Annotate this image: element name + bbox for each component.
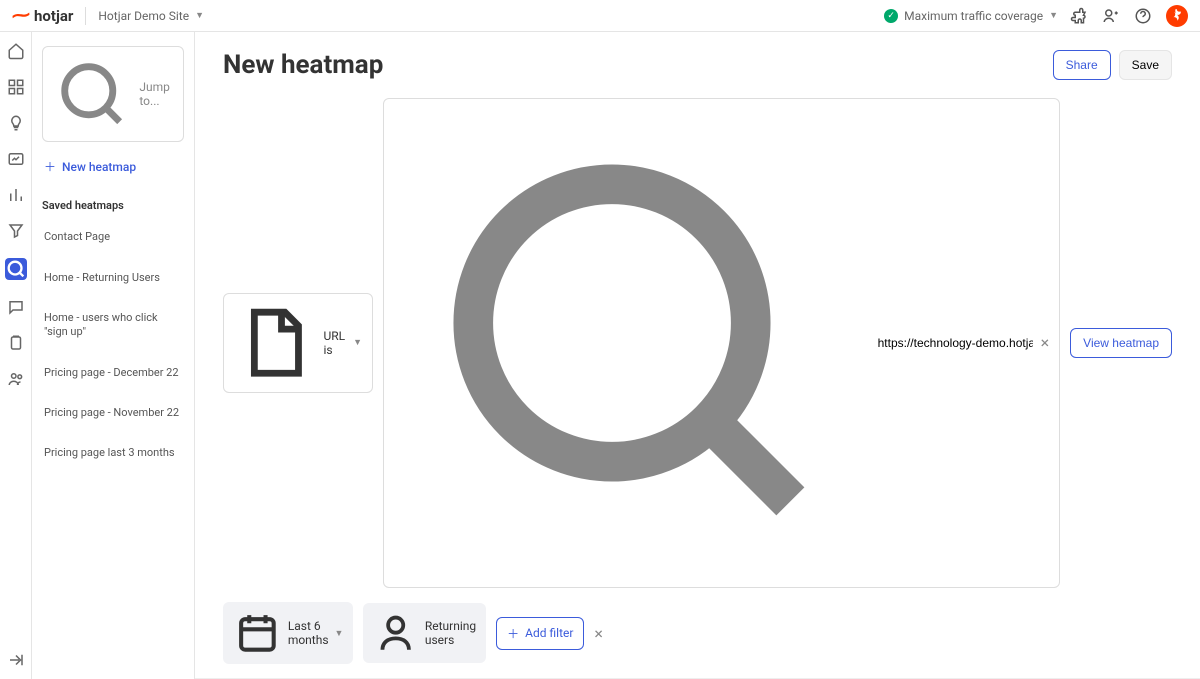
share-button[interactable]: Share [1053,50,1111,80]
filter-row-1: URL is ▼ × View heatmap [195,90,1200,602]
sidebar-item[interactable]: Pricing page - December 22 [42,358,184,388]
header: New heatmap Share Save [195,32,1200,90]
sidebar-item[interactable]: Pricing page - November 22 [42,398,184,428]
clear-filters-icon[interactable]: × [594,624,603,643]
home-icon[interactable] [7,42,25,60]
coverage-selector[interactable]: ✓ Maximum traffic coverage ▼ [884,9,1058,23]
url-input[interactable] [878,336,1033,350]
user-icon [373,610,418,655]
top-icons [1070,5,1188,27]
chat-icon[interactable] [7,298,25,316]
sidebar-item[interactable]: Pricing page last 3 months [42,438,184,468]
logo[interactable]: ⁓ hotjar [12,5,73,26]
chevron-down-icon: ▼ [335,628,344,639]
funnel-icon[interactable] [7,222,25,240]
jump-input[interactable]: Jump to... [42,46,184,142]
sidebar: Jump to... ＋ New heatmap Saved heatmaps … [32,32,195,679]
date-filter[interactable]: Last 6 months ▼ [223,602,353,665]
chevron-down-icon: ▼ [195,10,204,21]
chevron-down-icon: ▼ [353,337,362,348]
sidebar-item[interactable]: Home - Returning Users [42,263,184,293]
collapse-icon[interactable] [7,651,25,669]
help-icon[interactable] [1134,7,1152,25]
heatmap-icon[interactable] [5,258,27,280]
calendar-icon [233,609,282,658]
top-bar: ⁓ hotjar Hotjar Demo Site ▼ ✓ Maximum tr… [0,0,1200,32]
users-icon[interactable] [7,370,25,388]
url-input-wrap: × [383,98,1060,588]
bulb-icon[interactable] [7,114,25,132]
plus-icon: ＋ [507,625,519,642]
divider [85,7,86,25]
flame-icon: ⁓ [11,4,31,26]
page-title: New heatmap [223,50,383,80]
url-mode-select[interactable]: URL is ▼ [223,293,373,392]
avatar[interactable] [1166,5,1188,27]
brand-text: hotjar [34,7,73,25]
grid-icon[interactable] [7,78,25,96]
check-icon: ✓ [884,9,898,23]
search-icon [51,53,133,135]
bars-icon[interactable] [7,186,25,204]
clear-icon[interactable]: × [1041,333,1050,352]
user-add-icon[interactable] [1102,7,1120,25]
page-icon [234,302,315,383]
add-filter-button[interactable]: ＋ Add filter [496,617,584,650]
icon-rail [0,32,32,679]
clipboard-icon[interactable] [7,334,25,352]
saved-heatmaps-heading: Saved heatmaps [42,199,184,212]
save-button[interactable]: Save [1119,50,1172,80]
plus-icon: ＋ [44,158,56,175]
new-heatmap-button[interactable]: ＋ New heatmap [42,152,184,181]
main: New heatmap Share Save URL is ▼ × View h… [195,32,1200,679]
view-heatmap-button[interactable]: View heatmap [1070,328,1172,358]
site-selector[interactable]: Hotjar Demo Site ▼ [98,9,204,23]
chevron-down-icon: ▼ [1049,10,1058,21]
filter-row-2: Last 6 months ▼ Returning users ＋ Add fi… [195,602,1200,679]
user-filter[interactable]: Returning users [363,603,486,662]
sidebar-item[interactable]: Home - users who click "sign up" [42,303,184,348]
trend-icon[interactable] [7,150,25,168]
extension-icon[interactable] [1070,7,1088,25]
sidebar-item[interactable]: Contact Page [42,222,184,252]
search-icon [394,105,870,581]
